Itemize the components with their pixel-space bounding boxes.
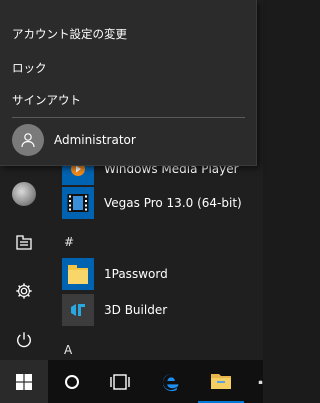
lock-item[interactable]: ロック <box>12 60 47 76</box>
settings-icon <box>16 283 32 299</box>
user-avatar <box>12 182 36 206</box>
app-3d-builder[interactable]: 3D Builder <box>62 293 262 327</box>
group-header-hash[interactable]: # <box>64 235 74 249</box>
group-header-a[interactable]: A <box>64 343 72 357</box>
task-view-icon <box>110 373 130 390</box>
switch-user-administrator[interactable]: Administrator <box>12 124 136 156</box>
edge-icon <box>162 373 179 391</box>
start-button[interactable] <box>0 360 48 403</box>
power-icon <box>17 332 31 348</box>
store-button[interactable] <box>248 360 263 403</box>
edge-button[interactable] <box>148 360 194 403</box>
settings-button[interactable] <box>0 271 48 311</box>
app-label: Vegas Pro 13.0 (64-bit) <box>104 196 242 210</box>
cortana-button[interactable] <box>48 360 96 403</box>
documents-icon <box>16 235 32 250</box>
user-avatar-button[interactable] <box>0 174 48 214</box>
file-explorer-button[interactable] <box>198 360 244 403</box>
power-button[interactable] <box>0 320 48 360</box>
app-vegas-pro[interactable]: Vegas Pro 13.0 (64-bit) <box>62 186 262 220</box>
person-icon <box>12 124 44 156</box>
user-name: Administrator <box>54 133 136 147</box>
account-popup-menu: アカウント設定の変更 ロック サインアウト Administrator <box>0 0 257 166</box>
sign-out-item[interactable]: サインアウト <box>12 92 81 108</box>
vegas-icon <box>62 187 94 219</box>
menu-divider <box>12 117 245 118</box>
cortana-icon <box>65 374 79 389</box>
documents-button[interactable] <box>0 222 48 262</box>
taskbar <box>0 360 263 403</box>
windows-start-icon <box>16 373 32 390</box>
file-explorer-icon <box>211 373 231 389</box>
app-label: 1Password <box>104 267 168 281</box>
3d-builder-icon <box>62 294 94 326</box>
folder-icon <box>62 258 94 290</box>
app-1password[interactable]: 1Password <box>62 257 262 291</box>
store-icon <box>258 379 263 384</box>
app-label: 3D Builder <box>104 303 168 317</box>
change-account-settings-item[interactable]: アカウント設定の変更 <box>12 26 127 42</box>
task-view-button[interactable] <box>96 360 144 403</box>
